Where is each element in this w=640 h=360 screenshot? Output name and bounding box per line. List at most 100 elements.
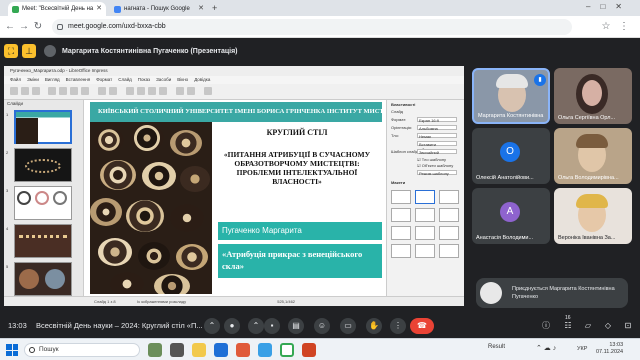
new-icon[interactable] [10, 87, 18, 95]
reload-icon[interactable]: ↻ [32, 20, 44, 34]
lock-icon[interactable]: ⊡ [620, 318, 636, 334]
cut-icon[interactable] [59, 87, 67, 95]
back-icon[interactable]: ← [4, 20, 16, 34]
file-explorer-icon[interactable] [192, 343, 206, 357]
layout-option[interactable] [439, 190, 459, 204]
menu-item[interactable]: Вставлення [66, 76, 91, 84]
menu-item[interactable]: Формат [96, 76, 112, 84]
chart-icon[interactable] [148, 87, 156, 95]
url-input[interactable]: meet.google.com/uxd-bxxa-cbb [52, 19, 572, 35]
layout-option[interactable] [415, 226, 435, 240]
bookmark-star-icon[interactable]: ☆ [600, 20, 612, 34]
background-select[interactable]: Немає [417, 133, 457, 139]
insert-image-button[interactable]: Вставити зображення [417, 141, 457, 152]
new-tab-button[interactable]: + [212, 3, 217, 13]
menu-item[interactable]: Вигляд [45, 76, 60, 84]
participant-tile[interactable]: Вероніка Іванівна За... [554, 188, 632, 244]
close-icon[interactable]: ✕ [198, 4, 204, 12]
layout-option[interactable] [391, 226, 411, 240]
pin-icon[interactable]: ⊥ [22, 44, 36, 58]
activities-icon[interactable]: ◇ [600, 318, 616, 334]
end-call-button[interactable]: ☎ [410, 318, 434, 334]
store-icon[interactable] [236, 343, 250, 357]
participant-tile[interactable]: А Анастасія Володими... [472, 188, 550, 244]
menu-item[interactable]: Зміни [27, 76, 39, 84]
slide-thumbnail[interactable] [14, 262, 72, 296]
layout-option[interactable] [391, 244, 411, 258]
layout-option[interactable] [439, 244, 459, 258]
master-objects-checkbox[interactable]: ☑ Об'єкти шаблону [417, 163, 453, 169]
shape-icon[interactable] [176, 87, 184, 95]
forward-icon[interactable]: → [18, 20, 30, 34]
menu-item[interactable]: Засоби [156, 76, 171, 84]
edge-icon[interactable] [214, 343, 228, 357]
close-icon[interactable]: ✕ [96, 4, 102, 12]
raise-hand-icon[interactable]: ✋ [366, 318, 382, 334]
present-icon[interactable]: ▭ [340, 318, 356, 334]
fullscreen-icon[interactable]: ⛶ [4, 44, 18, 58]
layout-option[interactable] [439, 208, 459, 222]
line-icon[interactable] [187, 87, 195, 95]
orientation-select[interactable]: Альбомна [417, 125, 457, 131]
master-mode-button[interactable]: Режим шаблону [417, 170, 457, 176]
chrome-icon[interactable] [280, 343, 294, 357]
task-view-icon[interactable] [170, 343, 184, 357]
slide-thumbnail[interactable] [14, 186, 72, 220]
tab-google-search[interactable]: нагната - Пошук Google ✕ [110, 2, 208, 16]
menu-item[interactable]: Вікно [177, 76, 188, 84]
copy-icon[interactable] [70, 87, 78, 95]
window-controls[interactable]: –□✕ [586, 2, 632, 11]
print-icon[interactable] [48, 87, 56, 95]
paste-icon[interactable] [81, 87, 89, 95]
more-vert-icon[interactable]: ⋮ [390, 318, 406, 334]
open-icon[interactable] [21, 87, 29, 95]
layout-option[interactable] [391, 208, 411, 222]
image-icon[interactable] [137, 87, 145, 95]
widgets-icon[interactable] [148, 343, 162, 357]
tab-meet[interactable]: Meet: "Всесвітній День на ✕ [8, 2, 106, 16]
redo-icon[interactable] [109, 87, 117, 95]
chat-icon[interactable]: ▱ [580, 318, 596, 334]
current-slide[interactable]: КИЇВСЬКИЙ СТОЛИЧНИЙ УНІВЕРСИТЕТ ІМЕНІ БО… [90, 102, 382, 294]
participant-tile[interactable]: ▮ Маргарита Костянтинівна [472, 68, 550, 124]
camera-icon[interactable]: ▪ [264, 318, 280, 334]
taskbar-clock[interactable]: 13:03 07.11.2024 [596, 342, 623, 356]
participant-tile[interactable]: Ольга Сергіївна Орл... [554, 68, 632, 124]
menu-item[interactable]: Довідка [194, 76, 210, 84]
slide-thumbnail[interactable] [14, 148, 72, 182]
textbox-icon[interactable] [159, 87, 167, 95]
participant-tile[interactable]: Ольга Володимирівна... [554, 128, 632, 184]
tray-icons[interactable]: ⌃ ☁ ♪ [536, 344, 556, 352]
mail-icon[interactable] [258, 343, 272, 357]
taskbar-search-input[interactable]: Пошук [24, 343, 140, 357]
captions-cc-icon[interactable]: ▤ [288, 318, 304, 334]
info-icon[interactable]: ⓘ [538, 318, 554, 334]
emoji-icon[interactable]: ☺ [314, 318, 330, 334]
captions-icon[interactable]: ⌃ [204, 318, 220, 334]
slide-thumbnail[interactable] [14, 224, 72, 258]
input-language[interactable]: УКР [577, 346, 587, 352]
impress-icon[interactable] [302, 343, 316, 357]
participant-tile[interactable]: О Олексій Анатолійови... [472, 128, 550, 184]
save-icon[interactable] [32, 87, 40, 95]
table-icon[interactable] [126, 87, 134, 95]
slide-thumbnail[interactable] [14, 110, 72, 144]
format-select[interactable]: Екран 16:9 [417, 117, 457, 123]
menu-dots-icon[interactable]: ⋮ [618, 20, 630, 34]
weather-widget[interactable]: Result [488, 344, 505, 350]
layout-option[interactable] [415, 208, 435, 222]
menu-item[interactable]: Файл [10, 76, 21, 84]
layout-option[interactable] [391, 190, 411, 204]
layout-option[interactable] [439, 226, 459, 240]
people-icon[interactable]: ☷ [560, 318, 576, 334]
layout-option[interactable] [415, 190, 435, 204]
start-show-icon[interactable] [204, 87, 212, 95]
layout-option[interactable] [415, 244, 435, 258]
master-slide-select[interactable]: Звичайний [417, 149, 457, 155]
microphone-icon[interactable]: ● [224, 318, 240, 334]
menu-item[interactable]: Показ [138, 76, 150, 84]
undo-icon[interactable] [98, 87, 106, 95]
menu-item[interactable]: Слайд [118, 76, 132, 84]
windows-start-icon[interactable] [6, 344, 18, 356]
more-options-icon[interactable]: ⌃ [248, 318, 264, 334]
